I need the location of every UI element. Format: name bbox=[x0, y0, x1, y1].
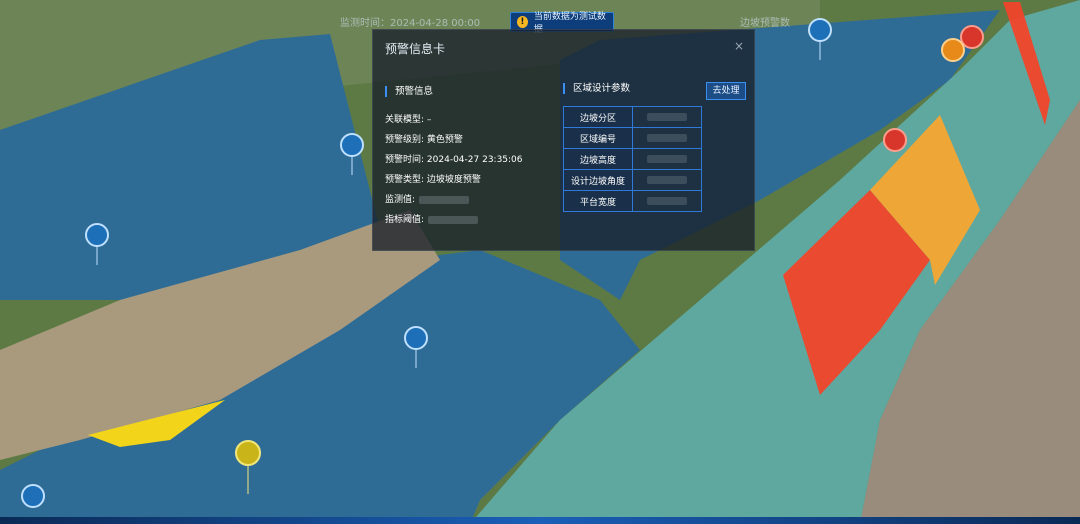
redacted-value bbox=[647, 155, 687, 163]
params-row: 区域编号 bbox=[563, 127, 702, 149]
params-row: 平台宽度 bbox=[563, 190, 702, 212]
red-alarm-marker[interactable] bbox=[960, 25, 984, 49]
info-row-monitor-value: 监测值: bbox=[385, 192, 470, 205]
handle-button[interactable]: 去处理 bbox=[706, 82, 746, 100]
close-icon[interactable]: × bbox=[734, 39, 744, 53]
redacted-value bbox=[647, 134, 687, 142]
warning-info-card: 预警信息卡 × 预警信息 区域设计参数 去处理 关联模型: – 预警级别: 黄色… bbox=[372, 29, 755, 251]
params-table: 边坡分区 区域编号 边坡高度 设计边坡角度 平台宽度 bbox=[563, 106, 702, 212]
info-row-level: 预警级别: 黄色预警 bbox=[385, 135, 463, 145]
params-row: 边坡分区 bbox=[563, 106, 702, 128]
card-title: 预警信息卡 bbox=[385, 42, 446, 56]
warning-icon: ! bbox=[517, 16, 528, 28]
monitor-marker[interactable] bbox=[21, 484, 45, 508]
bottom-bar bbox=[0, 517, 1080, 524]
params-row: 边坡高度 bbox=[563, 148, 702, 170]
warning-section-title: 预警信息 bbox=[385, 86, 433, 97]
redacted-value bbox=[647, 176, 687, 184]
red-alarm-marker[interactable] bbox=[883, 128, 907, 152]
orange-alarm-marker[interactable] bbox=[941, 38, 965, 62]
info-row-threshold: 指标阈值: bbox=[385, 212, 479, 225]
info-row-model: 关联模型: – bbox=[385, 115, 432, 125]
info-row-type: 预警类型: 边坡坡度预警 bbox=[385, 175, 481, 185]
redacted-value bbox=[647, 197, 687, 205]
params-section-title: 区域设计参数 bbox=[563, 83, 630, 94]
redacted-value bbox=[428, 215, 479, 224]
info-row-time: 预警时间: 2024-04-27 23:35:06 bbox=[385, 155, 523, 165]
redacted-value bbox=[647, 113, 687, 121]
redacted-value bbox=[419, 195, 470, 204]
params-row: 设计边坡角度 bbox=[563, 169, 702, 191]
